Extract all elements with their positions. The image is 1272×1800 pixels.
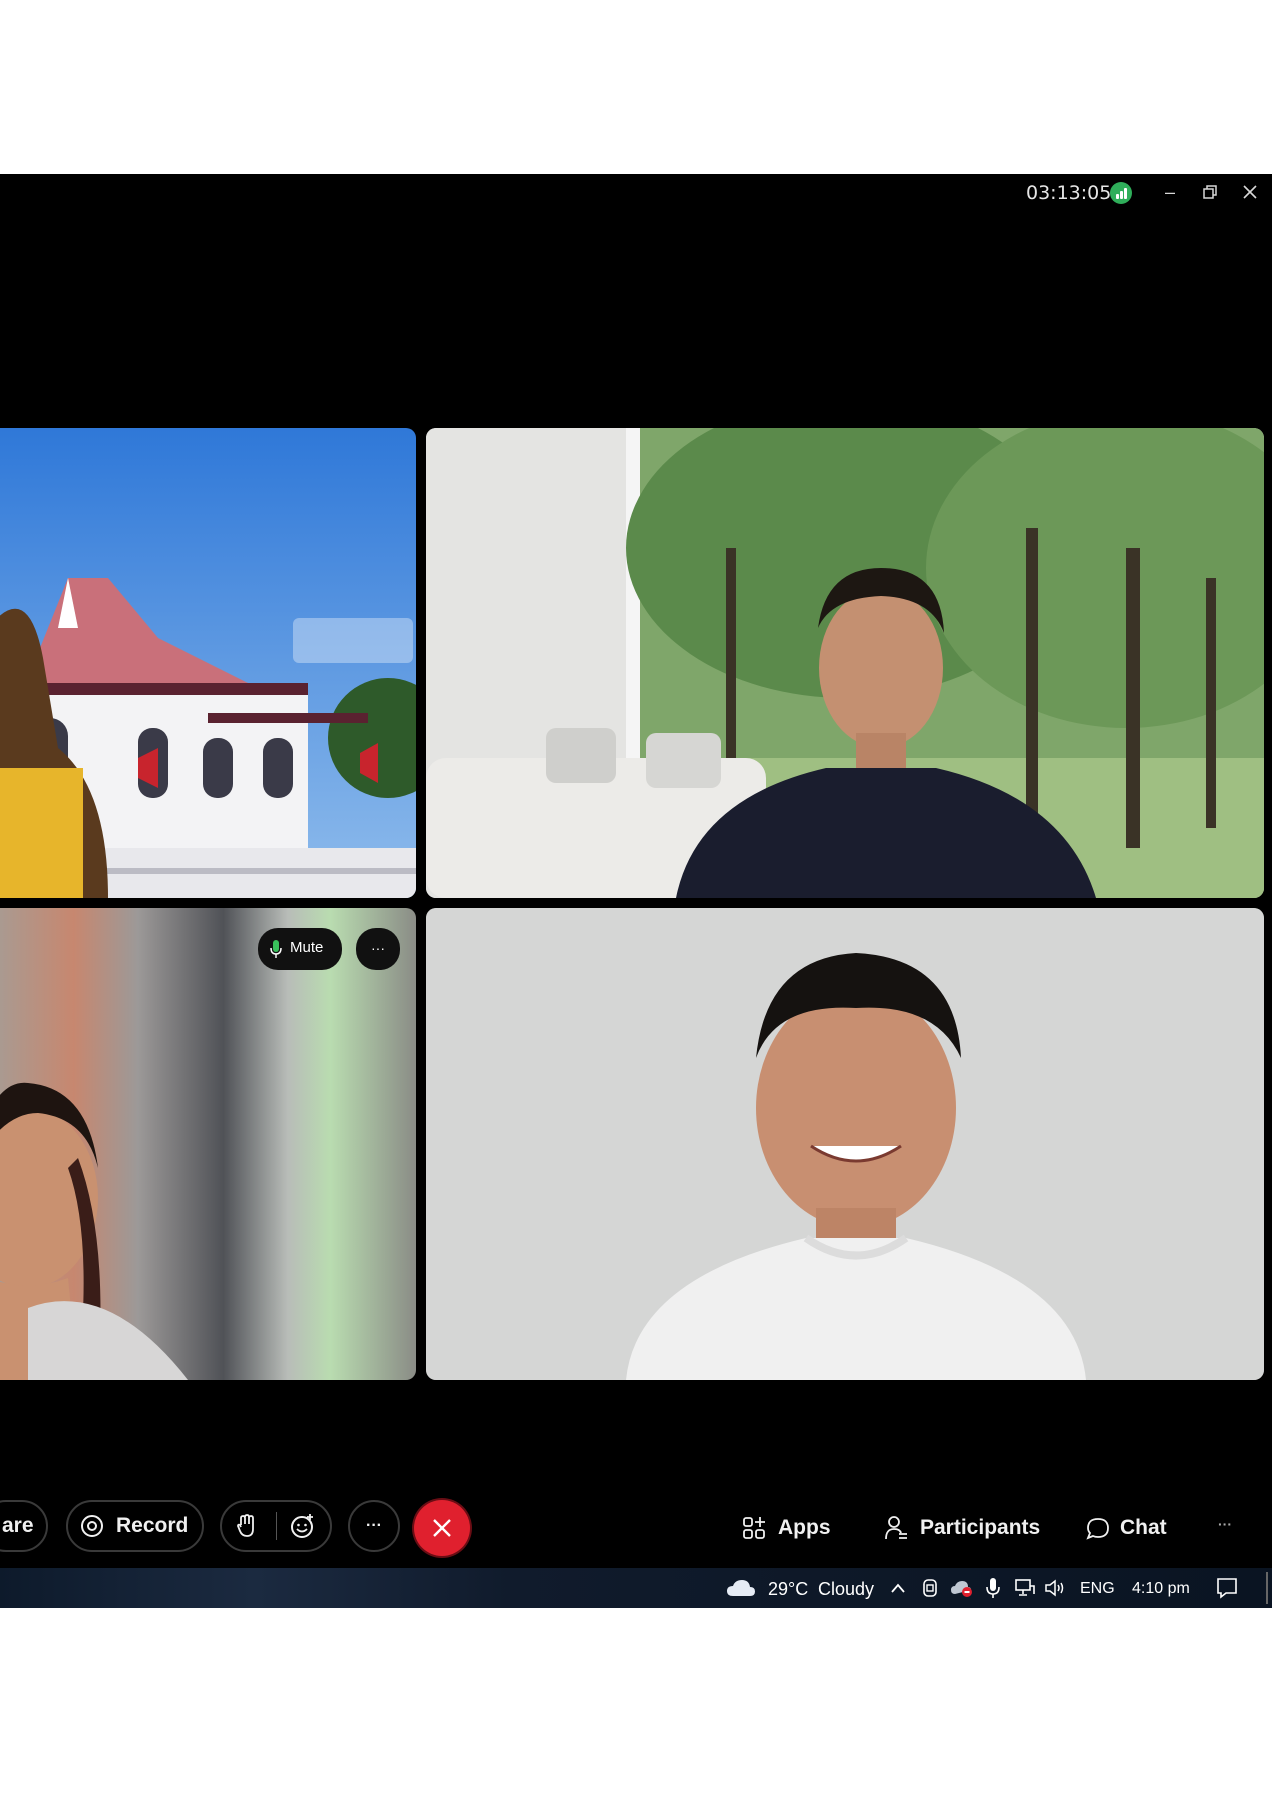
end-call-button[interactable]	[414, 1500, 470, 1556]
network-icon[interactable]	[1014, 1578, 1036, 1598]
microphone-tray-icon[interactable]	[986, 1577, 1000, 1599]
participants-icon	[885, 1516, 907, 1540]
cloud-sync-paused-icon[interactable]	[950, 1578, 974, 1598]
mute-button[interactable]: Mute	[258, 928, 342, 970]
volume-icon[interactable]	[1044, 1578, 1068, 1598]
minimize-icon[interactable]: –	[1158, 180, 1182, 204]
more-options-icon: ···	[366, 1517, 382, 1534]
weather-condition[interactable]: Cloudy	[818, 1579, 874, 1600]
record-label: Record	[116, 1514, 189, 1537]
clock-time[interactable]: 4:10 pm	[1132, 1580, 1190, 1598]
chevron-up-icon[interactable]	[890, 1582, 906, 1594]
window-title-bar: 03:13:05 –	[0, 174, 1272, 210]
mute-label: Mute	[290, 939, 324, 956]
chat-icon	[1086, 1518, 1109, 1540]
participants-label: Participants	[920, 1516, 1041, 1539]
share-button[interactable]: are	[0, 1500, 48, 1552]
weather-temperature[interactable]: 29°C	[768, 1579, 808, 1600]
meeting-window: 03:13:05 – Mute ··· are Record ··· Apps …	[0, 174, 1272, 1568]
more-options-button[interactable]: ···	[348, 1500, 400, 1552]
show-desktop-strip[interactable]	[1266, 1572, 1268, 1604]
overflow-menu-button[interactable]: ···	[1218, 1516, 1232, 1556]
connection-signal-icon[interactable]	[1110, 182, 1132, 204]
record-icon	[81, 1515, 103, 1537]
record-button[interactable]: Record	[66, 1500, 204, 1552]
microphone-icon	[270, 940, 282, 958]
windows-taskbar: 29°C Cloudy ENG 4:10 pm	[0, 1568, 1272, 1608]
close-icon[interactable]	[1238, 180, 1262, 204]
emoji-reaction-icon[interactable]	[290, 1513, 316, 1539]
input-language[interactable]: ENG	[1080, 1580, 1115, 1598]
apps-label: Apps	[778, 1516, 831, 1539]
reactions-group	[220, 1500, 332, 1552]
restore-icon[interactable]	[1198, 180, 1222, 204]
toolbar-divider	[276, 1512, 277, 1540]
video-tile-top-right[interactable]	[426, 428, 1264, 898]
cloud-icon	[727, 1580, 755, 1596]
chat-button[interactable]: Chat	[1086, 1516, 1176, 1556]
apps-icon	[743, 1517, 765, 1539]
chat-label: Chat	[1120, 1516, 1167, 1539]
meeting-tray-icon[interactable]	[922, 1578, 938, 1598]
close-call-icon	[433, 1519, 451, 1537]
meeting-timer: 03:13:05	[1026, 182, 1112, 204]
video-tile-top-left[interactable]	[0, 428, 416, 898]
share-label: are	[2, 1514, 34, 1537]
video-tile-bottom-right[interactable]	[426, 908, 1264, 1380]
tile-more-button[interactable]: ···	[356, 928, 400, 970]
video-tile-bottom-left[interactable]: Mute ···	[0, 908, 416, 1380]
raise-hand-icon[interactable]	[236, 1513, 258, 1539]
tile-more-icon: ···	[371, 940, 385, 956]
overflow-icon: ···	[1218, 1516, 1232, 1532]
notifications-icon[interactable]	[1216, 1577, 1238, 1599]
participants-button[interactable]: Participants	[884, 1516, 1054, 1556]
